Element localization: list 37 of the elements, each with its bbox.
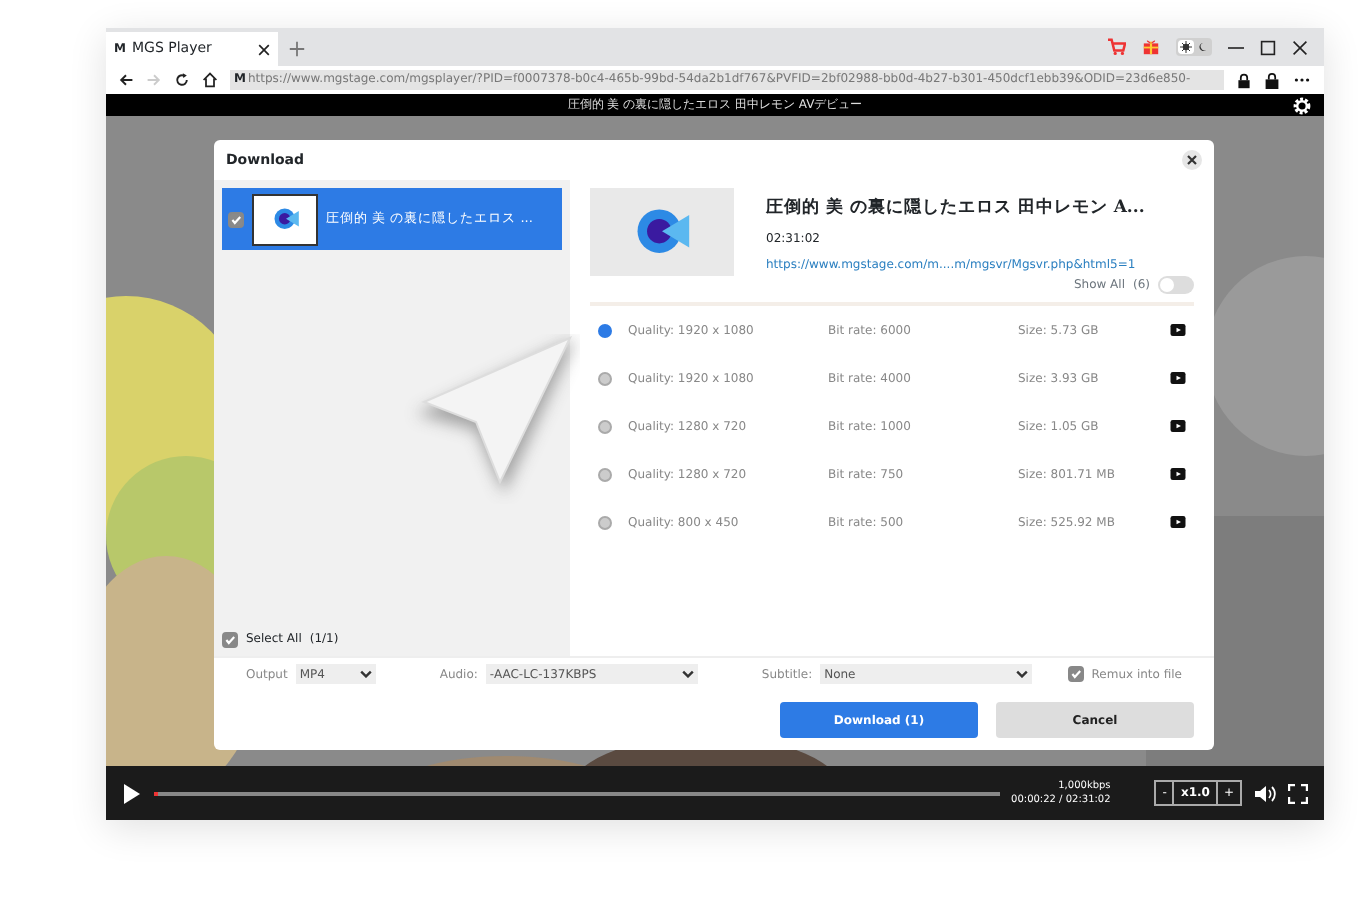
close-icon[interactable] bbox=[1292, 39, 1308, 55]
video-icon[interactable] bbox=[1170, 372, 1186, 384]
radio-button[interactable] bbox=[598, 467, 612, 481]
close-icon[interactable] bbox=[258, 43, 270, 55]
reload-icon[interactable] bbox=[174, 72, 190, 88]
more-icon[interactable] bbox=[1292, 72, 1312, 88]
toggle-switch[interactable] bbox=[1158, 276, 1194, 294]
video-icon[interactable] bbox=[1170, 324, 1186, 336]
radio-button[interactable] bbox=[598, 515, 612, 529]
volume-icon[interactable] bbox=[1254, 783, 1276, 803]
radio-button[interactable] bbox=[598, 419, 612, 433]
video-icon[interactable] bbox=[1170, 468, 1186, 480]
caret-icon bbox=[359, 670, 372, 678]
video-logo-icon bbox=[269, 206, 301, 232]
lock-icon[interactable] bbox=[1236, 71, 1252, 89]
back-icon[interactable] bbox=[118, 72, 134, 88]
select-all-checkbox[interactable] bbox=[222, 631, 238, 647]
radio-button[interactable] bbox=[598, 323, 612, 337]
fullscreen-icon[interactable] bbox=[1288, 783, 1308, 803]
gift-icon[interactable] bbox=[1142, 38, 1160, 56]
theme-toggle-icon[interactable] bbox=[1176, 38, 1212, 56]
close-icon[interactable] bbox=[1182, 150, 1202, 170]
new-tab-icon[interactable] bbox=[288, 40, 306, 58]
caret-icon bbox=[1016, 670, 1029, 678]
maximize-icon[interactable] bbox=[1260, 39, 1276, 55]
play-icon[interactable] bbox=[122, 783, 142, 803]
video-title: 圧倒的 美 の裏に隠したエロス 田中レモン A... bbox=[766, 196, 1145, 222]
radio-button[interactable] bbox=[598, 371, 612, 385]
home-icon[interactable] bbox=[202, 72, 218, 88]
checkbox[interactable] bbox=[228, 211, 244, 227]
bag-icon[interactable] bbox=[1264, 71, 1280, 89]
video-icon[interactable] bbox=[1170, 516, 1186, 528]
remux-checkbox[interactable] bbox=[1067, 666, 1084, 682]
caret-icon bbox=[681, 670, 694, 678]
video-icon[interactable] bbox=[1170, 420, 1186, 432]
cart-icon[interactable] bbox=[1108, 38, 1126, 56]
settings-icon[interactable] bbox=[1292, 96, 1312, 116]
